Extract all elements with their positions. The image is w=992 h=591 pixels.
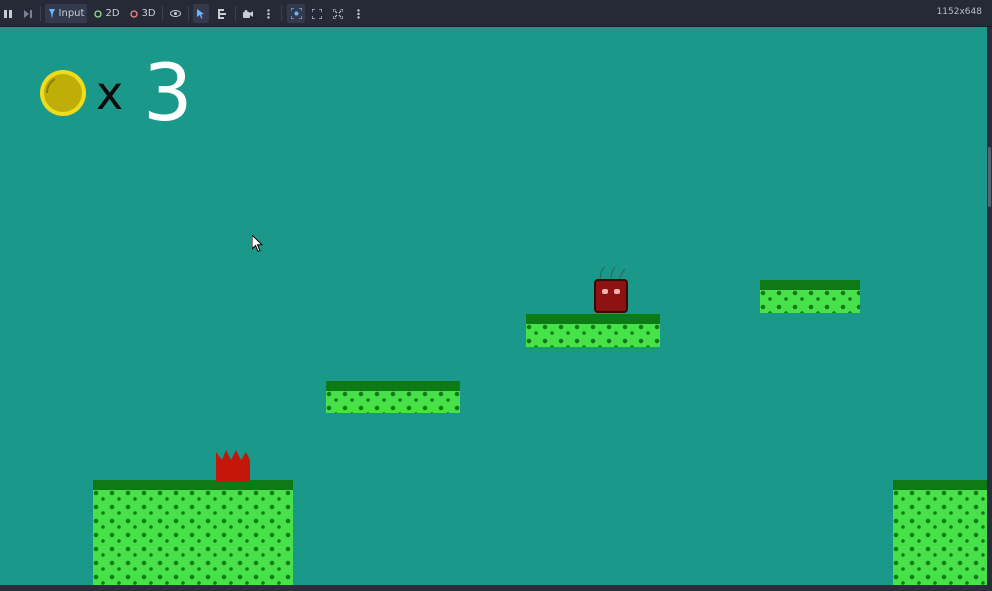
circle-icon [94, 9, 103, 18]
more-icon [356, 8, 360, 19]
soil-block [526, 324, 660, 347]
more-options-button[interactable] [352, 4, 364, 23]
toolbar-separator [188, 6, 189, 21]
ground-platform-left [93, 480, 293, 585]
mouse-cursor-icon [252, 235, 264, 253]
camera-override-button[interactable] [240, 4, 256, 23]
select-arrow-icon [197, 8, 204, 19]
grass-top [760, 280, 860, 290]
ground-platform-right [893, 480, 987, 585]
game-viewport[interactable]: x 3 [0, 27, 987, 585]
input-toggle-button[interactable]: Input [45, 4, 87, 23]
input-icon [48, 8, 55, 19]
grass-top [326, 381, 460, 391]
expand-icon [312, 8, 322, 19]
floating-platform [326, 381, 460, 413]
coin-count: 3 [143, 49, 193, 139]
step-frame-button[interactable] [21, 4, 35, 23]
circle-icon [130, 9, 139, 18]
player-character [594, 279, 628, 313]
mode-3d-label: 3D [141, 8, 156, 19]
focus-icon [290, 8, 302, 19]
camera-options-button[interactable] [262, 4, 274, 23]
pause-icon [4, 9, 12, 18]
select-tool-button[interactable] [193, 4, 209, 23]
toolbar-separator [281, 6, 282, 21]
keep-aspect-button[interactable] [309, 4, 325, 23]
fullscreen-button[interactable] [330, 4, 346, 23]
step-icon [23, 9, 32, 18]
floating-platform [760, 280, 860, 313]
scrollbar-thumb[interactable] [988, 147, 991, 207]
mode-2d-label: 2D [105, 8, 120, 19]
grass-top [526, 314, 660, 324]
coin-icon [40, 70, 86, 116]
grass-top [93, 480, 293, 490]
game-toolbar: Input 2D 3D 1152x648 [0, 0, 992, 27]
bottom-panel-edge [0, 585, 992, 591]
vertical-scrollbar[interactable] [987, 27, 992, 585]
eye-icon [169, 10, 181, 17]
toolbar-separator [40, 6, 41, 21]
visibility-button[interactable] [167, 4, 183, 23]
player-eye [614, 289, 620, 294]
soil-block [326, 391, 460, 413]
soil-block [93, 490, 293, 585]
resolution-label: 1152x648 [936, 7, 982, 17]
toolbar-separator [162, 6, 163, 21]
coin-multiplier-symbol: x [96, 66, 124, 120]
fullscreen-icon [333, 8, 343, 19]
spike-hazard [216, 450, 250, 482]
list-icon [217, 8, 226, 19]
toolbar-separator [235, 6, 236, 21]
input-label: Input [58, 8, 85, 19]
pause-button[interactable] [2, 4, 14, 23]
floating-platform [526, 314, 660, 347]
more-icon [266, 8, 270, 19]
camera-icon [243, 9, 253, 18]
mode-2d-button[interactable]: 2D [92, 4, 122, 23]
list-select-button[interactable] [214, 4, 230, 23]
mode-3d-button[interactable]: 3D [128, 4, 158, 23]
soil-block [760, 290, 860, 313]
embed-focus-button[interactable] [287, 4, 305, 23]
player-eye [602, 289, 608, 294]
soil-block [893, 490, 987, 585]
grass-top [893, 480, 987, 490]
